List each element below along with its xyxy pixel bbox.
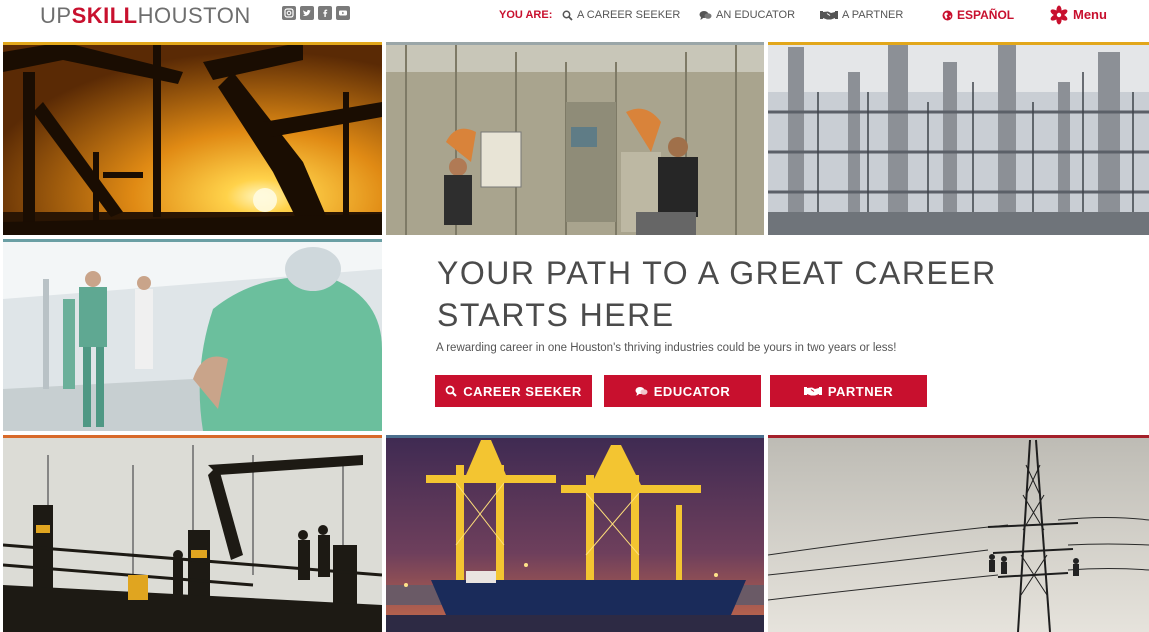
handshake-icon — [803, 386, 822, 395]
manufacturing-lab-image — [386, 42, 764, 235]
flower-menu-icon — [1050, 5, 1068, 25]
youtube-icon[interactable] — [336, 6, 350, 20]
logo-part-skill: SKILL — [71, 3, 138, 28]
tile-accent-bar — [3, 435, 382, 438]
search-icon — [562, 10, 573, 21]
tile-accent-bar — [3, 239, 382, 242]
instagram-icon[interactable] — [282, 6, 296, 20]
tile-construction — [3, 435, 382, 632]
nav-espanol-language[interactable]: ESPAÑOL — [942, 8, 1014, 22]
tile-accent-bar — [768, 435, 1149, 438]
educator-button[interactable]: EDUCATOR — [604, 375, 761, 407]
globe-icon — [942, 10, 953, 20]
port-cranes-image — [386, 435, 764, 632]
hero-title-line1: YOUR PATH TO A GREAT CAREER — [437, 255, 997, 291]
hero-subtitle: A rewarding career in one Houston's thri… — [436, 342, 897, 354]
twitter-icon[interactable] — [300, 6, 314, 20]
refinery-image — [768, 42, 1149, 235]
career-seeker-button-label: CAREER SEEKER — [463, 383, 582, 399]
educator-button-label: EDUCATOR — [653, 383, 731, 399]
tile-accent-bar — [3, 42, 382, 45]
power-tower-image — [768, 435, 1149, 632]
nav-career-seeker[interactable]: A CAREER SEEKER — [562, 8, 680, 22]
nav-educator[interactable]: AN EDUCATOR — [699, 8, 795, 22]
partner-button-label: PARTNER — [827, 383, 894, 399]
chat-bubbles-icon — [635, 386, 648, 396]
tile-utilities — [768, 435, 1149, 632]
career-seeker-button[interactable]: CAREER SEEKER — [435, 375, 592, 407]
logo-part-houston: HOUSTON — [137, 3, 251, 28]
partner-button[interactable]: PARTNER — [770, 375, 927, 407]
hero-title: YOUR PATH TO A GREAT CAREER STARTS HERE — [437, 252, 1117, 336]
nav-partner-label: A PARTNER — [842, 9, 904, 21]
tile-logistics — [386, 435, 764, 632]
tile-manufacturing — [386, 42, 764, 235]
hero-title-line2: STARTS HERE — [437, 297, 675, 333]
logo-part-up: UP — [40, 3, 72, 28]
nav-espanol-label: ESPAÑOL — [957, 8, 1015, 22]
nav-educator-label: AN EDUCATOR — [716, 9, 796, 21]
tile-refinery — [768, 42, 1149, 235]
search-icon — [445, 385, 457, 397]
menu-button[interactable]: Menu — [1049, 5, 1107, 25]
tile-accent-bar — [386, 435, 764, 438]
oil-pumpjack-image — [3, 42, 382, 235]
facebook-icon[interactable] — [318, 6, 332, 20]
nav-partner[interactable]: A PARTNER — [820, 8, 903, 22]
construction-site-image — [3, 435, 382, 632]
tile-accent-bar — [386, 42, 764, 45]
site-logo[interactable]: UPSKILLHOUSTON — [40, 3, 251, 29]
site-header: UPSKILLHOUSTON YOU ARE: A CAREER SEEKER … — [0, 0, 1149, 38]
you-are-label: YOU ARE: — [499, 9, 553, 21]
chat-bubbles-icon — [699, 10, 712, 20]
handshake-icon — [820, 10, 838, 19]
social-links — [282, 6, 350, 20]
nav-career-seeker-label: A CAREER SEEKER — [577, 9, 681, 21]
menu-label: Menu — [1073, 7, 1107, 22]
tile-healthcare — [3, 239, 382, 431]
hospital-corridor-image — [3, 239, 382, 431]
tile-accent-bar — [768, 42, 1149, 45]
tile-oil-energy — [3, 42, 382, 235]
